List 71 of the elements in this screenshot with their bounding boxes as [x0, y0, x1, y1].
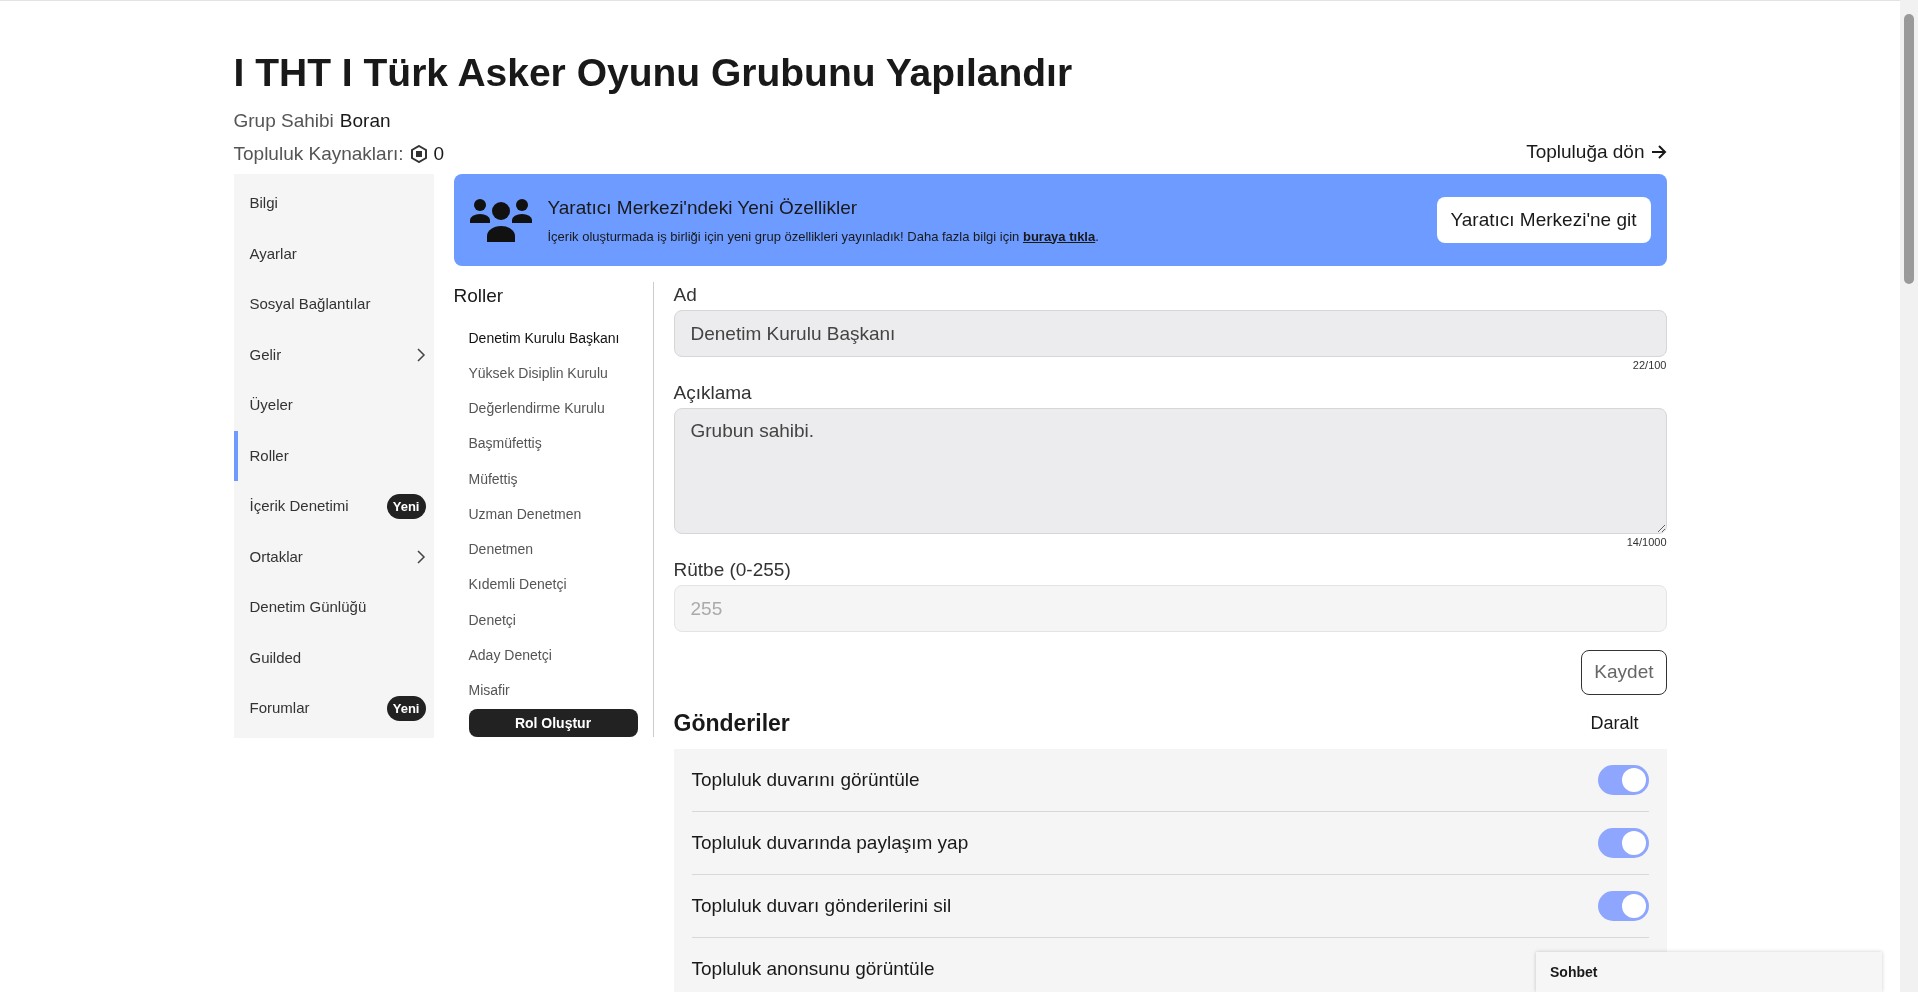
- chevron-right-icon: [415, 548, 426, 565]
- sidebar-item[interactable]: Guilded: [233, 632, 434, 683]
- sidebar-item[interactable]: Üyeler: [233, 380, 434, 431]
- sidebar-label: Ayarlar: [249, 243, 297, 264]
- scrollbar[interactable]: [1900, 0, 1918, 992]
- role-item[interactable]: Denetçi: [453, 602, 637, 638]
- banner-text: İçerik oluşturmada iş birliği için yeni grup özellikleri yayınladık! Daha fazla bilgi için buraya tıkla.: [547, 227, 1100, 246]
- chat-panel[interactable]: Sohbet: [1536, 952, 1882, 992]
- role-item[interactable]: Misafir: [453, 673, 637, 709]
- sidebar-item[interactable]: Gelir: [233, 329, 434, 380]
- sidebar-label: Forumlar: [249, 698, 310, 718]
- owner-label: Grup Sahibi: [233, 109, 334, 133]
- sidebar-item[interactable]: Bilgi: [233, 178, 434, 229]
- name-label: Ad: [673, 283, 698, 307]
- rank-label: Rütbe (0-255): [673, 558, 792, 582]
- sidebar-label: Üyeler: [249, 395, 293, 415]
- sidebar-item[interactable]: Sosyal Bağlantılar: [233, 279, 434, 330]
- role-item[interactable]: Kıdemli Denetçi: [453, 567, 637, 603]
- toggle-switch[interactable]: [1597, 891, 1649, 921]
- permission-label: Topluluk duvarı gönderilerini sil: [691, 893, 952, 918]
- sidebar-item[interactable]: Ortaklar: [233, 531, 434, 582]
- role-item[interactable]: Denetim Kurulu Başkanı: [453, 320, 637, 356]
- sidebar-label: Guilded: [249, 647, 302, 668]
- sidebar-label: Gelir: [249, 344, 282, 365]
- permission-label: Topluluk duvarında paylaşım yap: [691, 830, 969, 855]
- funds-label: Topluluk Kaynakları:: [233, 141, 404, 166]
- owner-name[interactable]: Boran: [339, 107, 391, 136]
- group-icon: [469, 196, 532, 244]
- chevron-right-icon: [415, 346, 426, 363]
- currency-icon: [409, 144, 428, 163]
- role-item[interactable]: Uzman Denetmen: [453, 496, 637, 532]
- page-title: I THT I Türk Asker Oyunu Grubunu Yapılandır: [233, 50, 1074, 96]
- name-counter: 22/100: [1632, 358, 1667, 372]
- collapse-button[interactable]: Daralt: [1590, 709, 1639, 737]
- role-item[interactable]: Müfettiş: [453, 461, 637, 497]
- create-role-button[interactable]: Rol Oluştur: [468, 709, 638, 738]
- arrow-right-icon: [1650, 144, 1667, 159]
- role-item[interactable]: Başmüfettiş: [453, 426, 637, 462]
- toggle-switch[interactable]: [1597, 765, 1649, 795]
- sidebar-label: Denetim Günlüğü: [249, 597, 367, 617]
- role-item[interactable]: Değerlendirme Kurulu: [453, 391, 637, 427]
- save-button[interactable]: Kaydet: [1581, 650, 1667, 695]
- back-link[interactable]: Topluluğa dön: [1526, 137, 1667, 166]
- sidebar-item[interactable]: Forumlar Yeni: [233, 683, 434, 734]
- sidebar-item[interactable]: Denetim Günlüğü: [233, 582, 434, 633]
- role-item[interactable]: Aday Denetçi: [453, 637, 637, 673]
- creator-hub-button[interactable]: Yaratıcı Merkezi'ne git: [1436, 197, 1651, 243]
- toggle-switch[interactable]: [1597, 828, 1649, 858]
- sidebar-label: Sosyal Bağlantılar: [249, 294, 371, 314]
- role-item[interactable]: Yüksek Disiplin Kurulu: [453, 355, 637, 391]
- sidebar-label: Roller: [249, 445, 289, 466]
- chat-title: Sohbet: [1550, 962, 1598, 982]
- sidebar-item[interactable]: İçerik Denetimi Yeni: [233, 481, 434, 532]
- permission-label: Topluluk duvarını görüntüle: [691, 767, 920, 792]
- sidebar-item[interactable]: Ayarlar: [233, 228, 434, 279]
- name-input[interactable]: Denetim Kurulu Başkanı: [673, 310, 1667, 357]
- funds-value: 0: [433, 141, 445, 166]
- roles-title: Roller: [453, 284, 505, 308]
- sidebar-item[interactable]: Roller: [233, 430, 434, 481]
- description-label: Açıklama: [673, 381, 753, 405]
- new-badge: Yeni: [386, 695, 426, 721]
- banner-title: Yaratıcı Merkezi'ndeki Yeni Özellikler: [547, 196, 859, 220]
- sidebar-label: İçerik Denetimi: [249, 496, 349, 516]
- sidebar-label: Bilgi: [249, 193, 278, 213]
- description-input[interactable]: Grubun sahibi.: [673, 408, 1667, 534]
- permission-label: Topluluk anonsunu görüntüle: [691, 957, 935, 982]
- sidebar-label: Ortaklar: [249, 546, 303, 567]
- section-title: Gönderiler: [673, 708, 790, 738]
- description-counter: 14/1000: [1626, 535, 1667, 549]
- new-badge: Yeni: [386, 493, 426, 519]
- role-item[interactable]: Denetmen: [453, 532, 637, 568]
